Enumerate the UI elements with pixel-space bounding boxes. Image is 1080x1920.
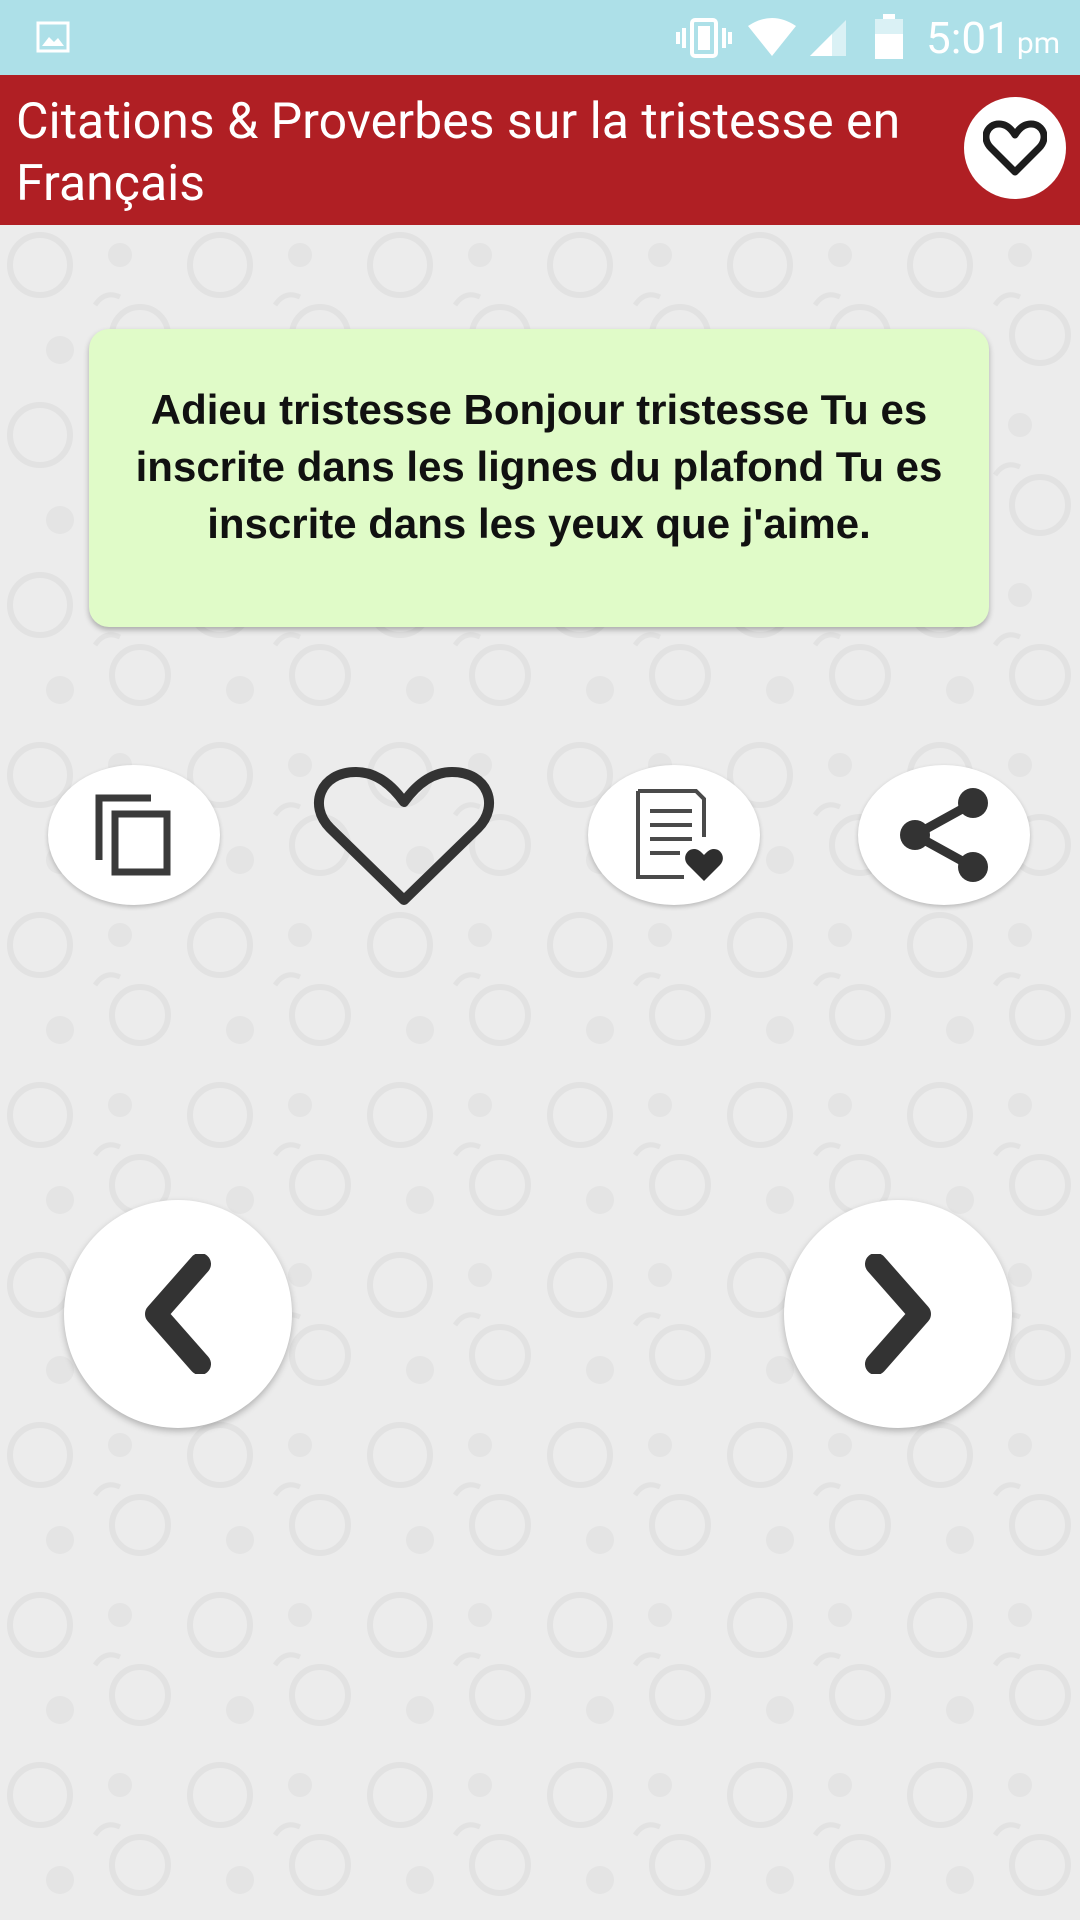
status-bar: 5:01 pm <box>0 0 1080 75</box>
like-heart-icon[interactable] <box>312 762 496 912</box>
chevron-left-icon <box>145 1254 211 1374</box>
heart-outline-icon <box>983 120 1047 176</box>
status-time: 5:01 pm <box>926 12 1060 64</box>
copy-icon <box>95 794 171 876</box>
battery-icon <box>875 14 903 59</box>
copy-button[interactable] <box>48 765 220 905</box>
favorites-list-button[interactable] <box>588 765 760 905</box>
status-time-value: 5:01 <box>926 12 1011 64</box>
share-icon <box>900 788 988 882</box>
vibrate-icon <box>676 18 732 58</box>
previous-quote-button[interactable] <box>64 1200 292 1428</box>
wifi-icon <box>748 18 796 56</box>
share-button[interactable] <box>858 765 1030 905</box>
favorites-button[interactable] <box>964 97 1066 199</box>
app-title: Citations & Proverbes sur la tristesse e… <box>16 93 901 213</box>
app-bar: Citations & Proverbes sur la tristesse e… <box>0 75 1080 225</box>
next-quote-button[interactable] <box>784 1200 1012 1428</box>
quote-text: Adieu tristesse Bonjour tristesse Tu es … <box>135 386 943 547</box>
gallery-icon <box>36 21 70 53</box>
signal-icon <box>810 20 846 56</box>
chevron-right-icon <box>865 1254 931 1374</box>
status-time-ampm: pm <box>1016 26 1060 61</box>
quote-card: Adieu tristesse Bonjour tristesse Tu es … <box>89 329 989 627</box>
list-heart-icon <box>636 789 723 881</box>
